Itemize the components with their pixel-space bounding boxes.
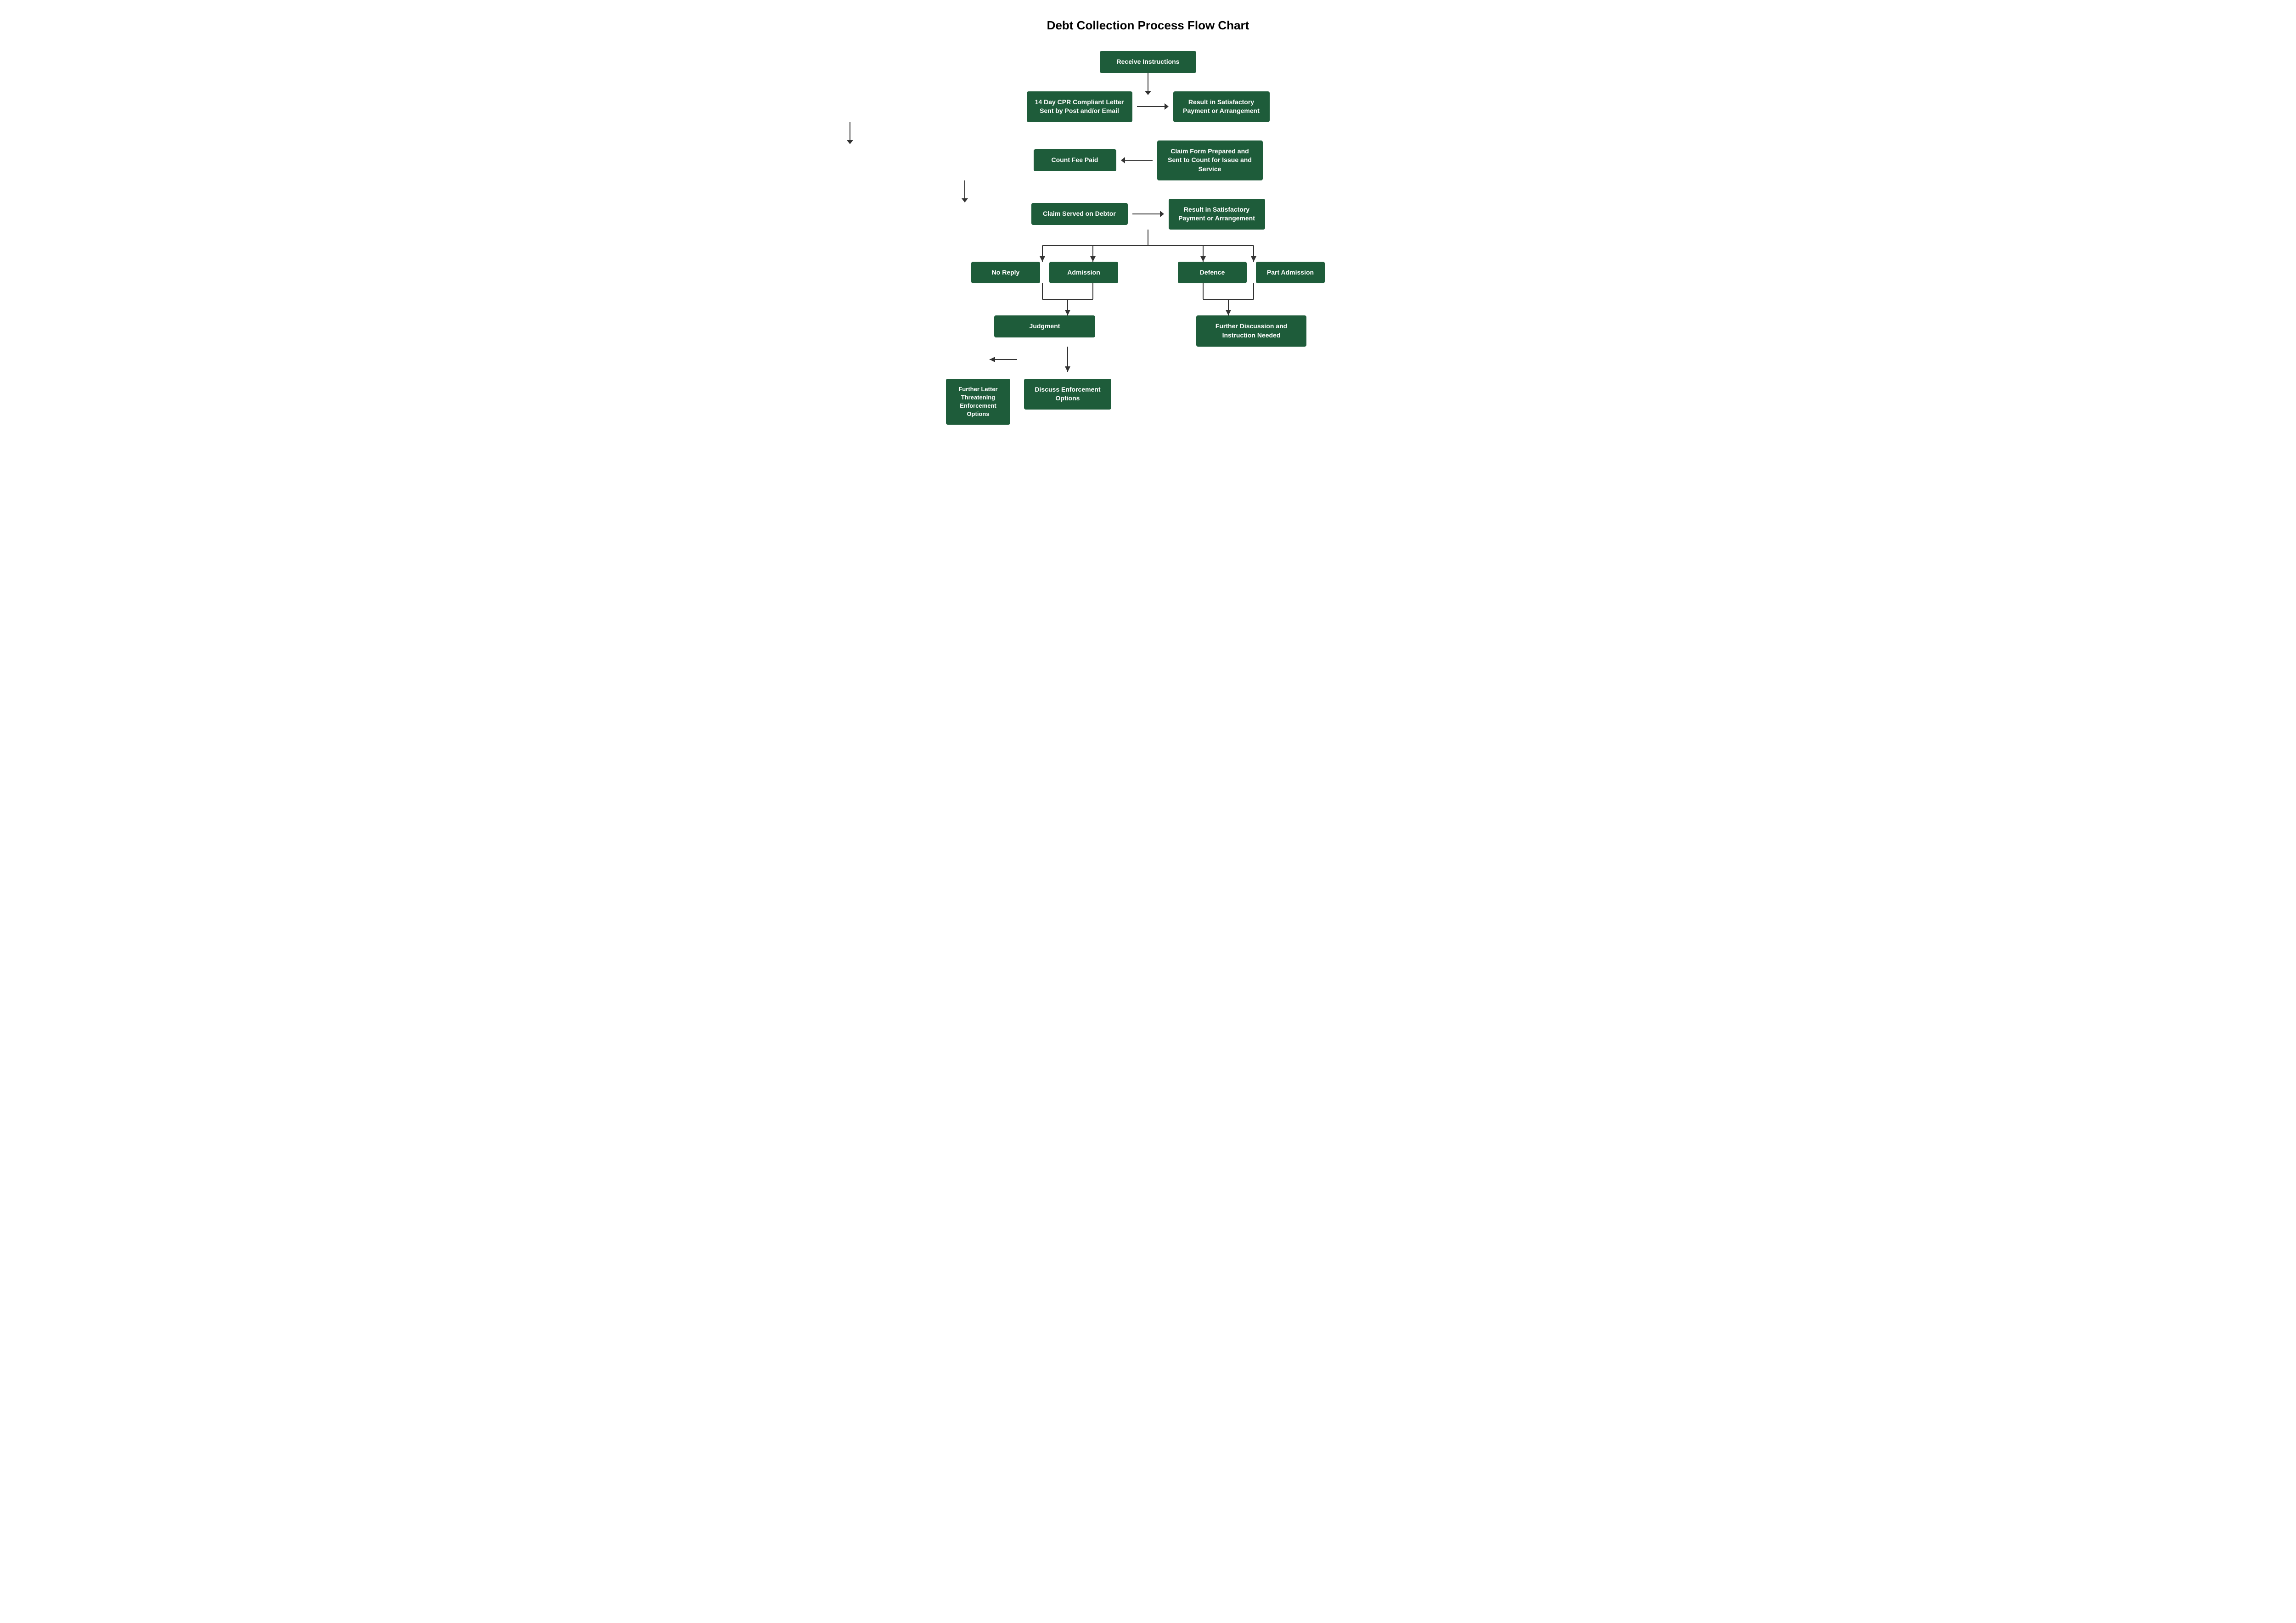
chart-title: Debt Collection Process Flow Chart xyxy=(1047,18,1249,33)
branch-connector-svg xyxy=(941,230,1355,262)
branch-connector-svg-wrapper xyxy=(941,230,1355,262)
judgment-arrow-svg xyxy=(941,347,1355,379)
page-wrapper: Debt Collection Process Flow Chart Recei… xyxy=(941,18,1355,425)
arrow-left-1 xyxy=(1121,157,1153,163)
row-cpr: 14 Day CPR Compliant Letter Sent by Post… xyxy=(941,91,1355,122)
no-reply-box: No Reply xyxy=(971,262,1040,284)
result-satisfactory-1-box: Result in Satisfactory Payment or Arrang… xyxy=(1173,91,1270,122)
flowchart: Receive Instructions 14 Day CPR Complian… xyxy=(941,51,1355,425)
defence-box: Defence xyxy=(1178,262,1247,284)
discuss-enforcement-box: Discuss Enforcement Options xyxy=(1024,379,1111,410)
claim-served-box: Claim Served on Debtor xyxy=(1031,203,1128,225)
left-options-group: No Reply Admission xyxy=(941,262,1148,284)
part-admission-box: Part Admission xyxy=(1256,262,1325,284)
judgment-arrow-wrapper xyxy=(941,347,1355,379)
row-judgment-further: Judgment Further Discussion and Instruct… xyxy=(941,315,1355,346)
arrow-3 xyxy=(964,180,965,199)
judgment-center: Judgment xyxy=(941,315,1148,337)
admission-box: Admission xyxy=(1049,262,1118,284)
admission-col: Admission xyxy=(1049,262,1118,284)
judgment-box: Judgment xyxy=(994,315,1095,337)
row-four-options: No Reply Admission Defence Part Admissio… xyxy=(941,262,1355,284)
further-letter-col: Further Letter Threatening Enforcement O… xyxy=(946,379,1010,425)
defence-col: Defence xyxy=(1178,262,1247,284)
row-enforcement: Further Letter Threatening Enforcement O… xyxy=(941,379,1355,425)
further-letter-box: Further Letter Threatening Enforcement O… xyxy=(946,379,1010,425)
converge-svg-wrapper xyxy=(941,283,1355,315)
further-discussion-box: Further Discussion and Instruction Neede… xyxy=(1196,315,1306,346)
further-discussion-center: Further Discussion and Instruction Neede… xyxy=(1148,315,1355,346)
part-admission-col: Part Admission xyxy=(1256,262,1325,284)
right-options-group: Defence Part Admission xyxy=(1148,262,1355,284)
arrow-right-1 xyxy=(1137,103,1169,110)
discuss-enforcement-col: Discuss Enforcement Options xyxy=(1024,379,1111,410)
arrow-right-2 xyxy=(1132,211,1164,217)
cpr-letter-box: 14 Day CPR Compliant Letter Sent by Post… xyxy=(1027,91,1132,122)
count-fee-paid-box: Count Fee Paid xyxy=(1034,149,1116,171)
row-claim-served: Claim Served on Debtor Result in Satisfa… xyxy=(941,199,1355,230)
claim-form-box: Claim Form Prepared and Sent to Count fo… xyxy=(1157,140,1263,180)
receive-instructions-col: Receive Instructions xyxy=(1100,51,1196,73)
no-reply-col: No Reply xyxy=(971,262,1040,284)
result-satisfactory-2-box: Result in Satisfactory Payment or Arrang… xyxy=(1169,199,1265,230)
receive-instructions-box: Receive Instructions xyxy=(1100,51,1196,73)
converge-svg xyxy=(941,283,1355,315)
row-claim-form: Count Fee Paid Claim Form Prepared and S… xyxy=(941,140,1355,180)
